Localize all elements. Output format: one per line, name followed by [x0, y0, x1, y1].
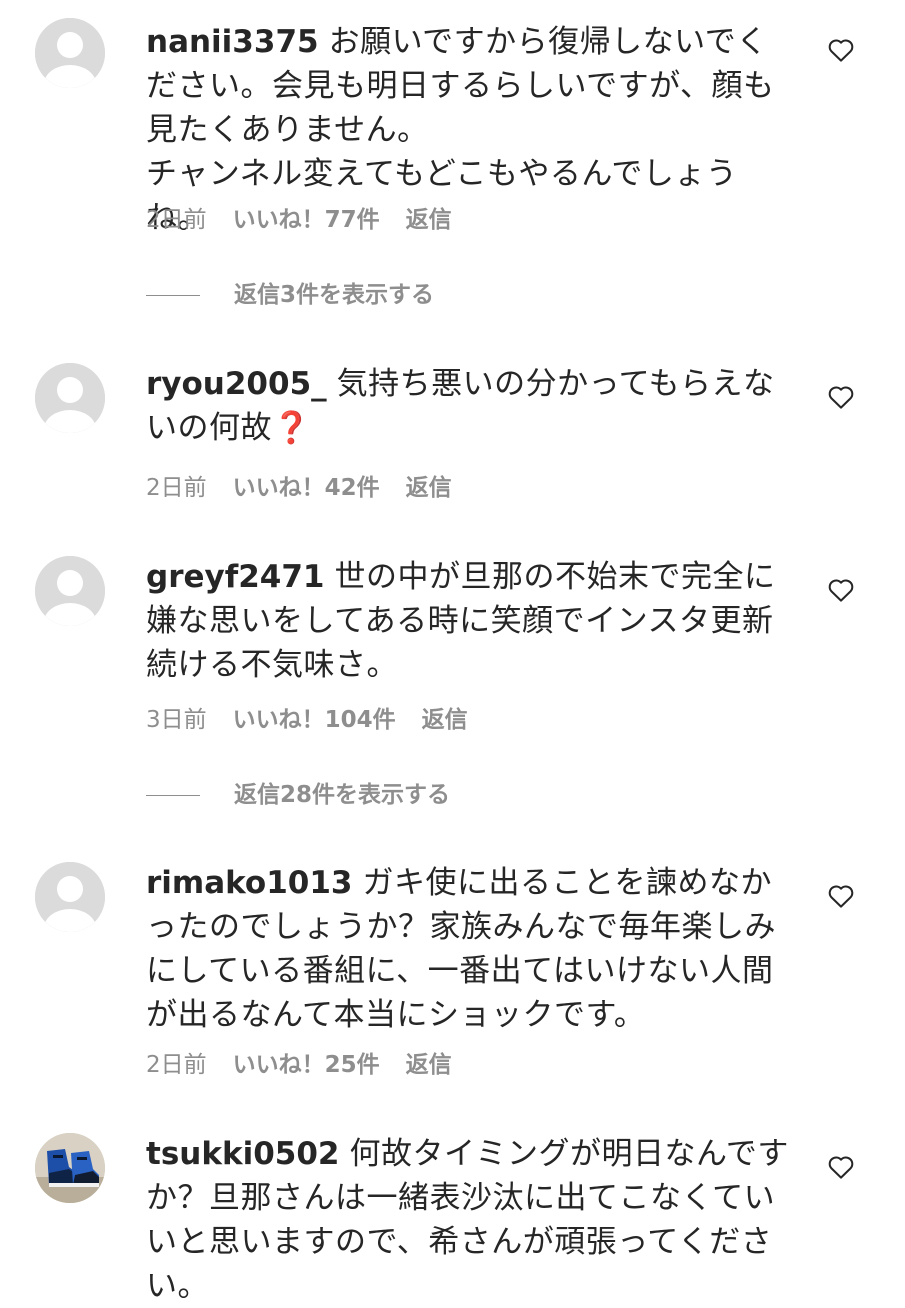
sneaker-photo-avatar — [35, 1133, 105, 1203]
default-avatar-icon — [35, 556, 105, 626]
comment-likes[interactable]: いいね！25件 — [233, 1052, 380, 1078]
comment-body: greyf2471 世の中が旦那の不始末で完全に嫌な思いをしてある時に笑顔でインス… — [146, 555, 796, 687]
avatar[interactable] — [35, 1133, 105, 1203]
question-emoji: ❓ — [272, 410, 312, 446]
comment-username[interactable]: ryou2005_ — [146, 366, 327, 402]
comment-meta: 2日前 いいね！42件 返信 — [146, 473, 478, 503]
comment-username[interactable]: nanii3375 — [146, 24, 319, 60]
default-avatar-icon — [35, 363, 105, 433]
heart-outline-icon[interactable] — [826, 881, 856, 911]
default-avatar-icon — [35, 18, 105, 88]
comment-likes[interactable]: いいね！42件 — [233, 475, 380, 501]
heart-outline-icon[interactable] — [826, 1152, 856, 1182]
heart-outline-icon[interactable] — [826, 382, 856, 412]
reply-button[interactable]: 返信 — [422, 707, 468, 733]
comment-username[interactable]: tsukki0502 — [146, 1136, 339, 1172]
comment-time: 2日前 — [146, 475, 207, 501]
view-replies-label: 返信28件を表示する — [234, 782, 451, 808]
reply-button[interactable]: 返信 — [406, 475, 452, 501]
comment-username[interactable]: greyf2471 — [146, 559, 324, 595]
default-avatar-icon — [35, 862, 105, 932]
heart-outline-icon[interactable] — [826, 35, 856, 65]
comment-meta: 2日前 いいね！77件 返信 — [146, 205, 478, 235]
avatar[interactable] — [35, 18, 105, 88]
divider-line — [146, 795, 200, 796]
view-replies-button[interactable]: 返信3件を表示する — [146, 280, 434, 310]
comment-likes[interactable]: いいね！104件 — [233, 707, 396, 733]
comment-body: tsukki0502 何故タイミングが明日なんですか？旦那さんは一緒表沙汰に出てこ… — [146, 1132, 796, 1308]
avatar[interactable] — [35, 556, 105, 626]
view-replies-label: 返信3件を表示する — [234, 282, 435, 308]
comment-body: rimako1013 ガキ使に出ることを諫めなかったのでしょうか？家族みんなで毎年… — [146, 861, 796, 1037]
divider-line — [146, 295, 200, 296]
comment-likes[interactable]: いいね！77件 — [233, 207, 380, 233]
view-replies-button[interactable]: 返信28件を表示する — [146, 780, 450, 810]
comment-time: 2日前 — [146, 207, 207, 233]
comment-username[interactable]: rimako1013 — [146, 865, 353, 901]
avatar[interactable] — [35, 862, 105, 932]
comment-body: ryou2005_ 気持ち悪いの分かってもらえないの何故❓ — [146, 362, 796, 450]
comment-meta: 3日前 いいね！104件 返信 — [146, 705, 494, 735]
comment-time: 2日前 — [146, 1052, 207, 1078]
heart-outline-icon[interactable] — [826, 575, 856, 605]
reply-button[interactable]: 返信 — [406, 207, 452, 233]
avatar[interactable] — [35, 363, 105, 433]
comment-time: 3日前 — [146, 707, 207, 733]
reply-button[interactable]: 返信 — [406, 1052, 452, 1078]
comment-meta: 2日前 いいね！25件 返信 — [146, 1050, 478, 1080]
